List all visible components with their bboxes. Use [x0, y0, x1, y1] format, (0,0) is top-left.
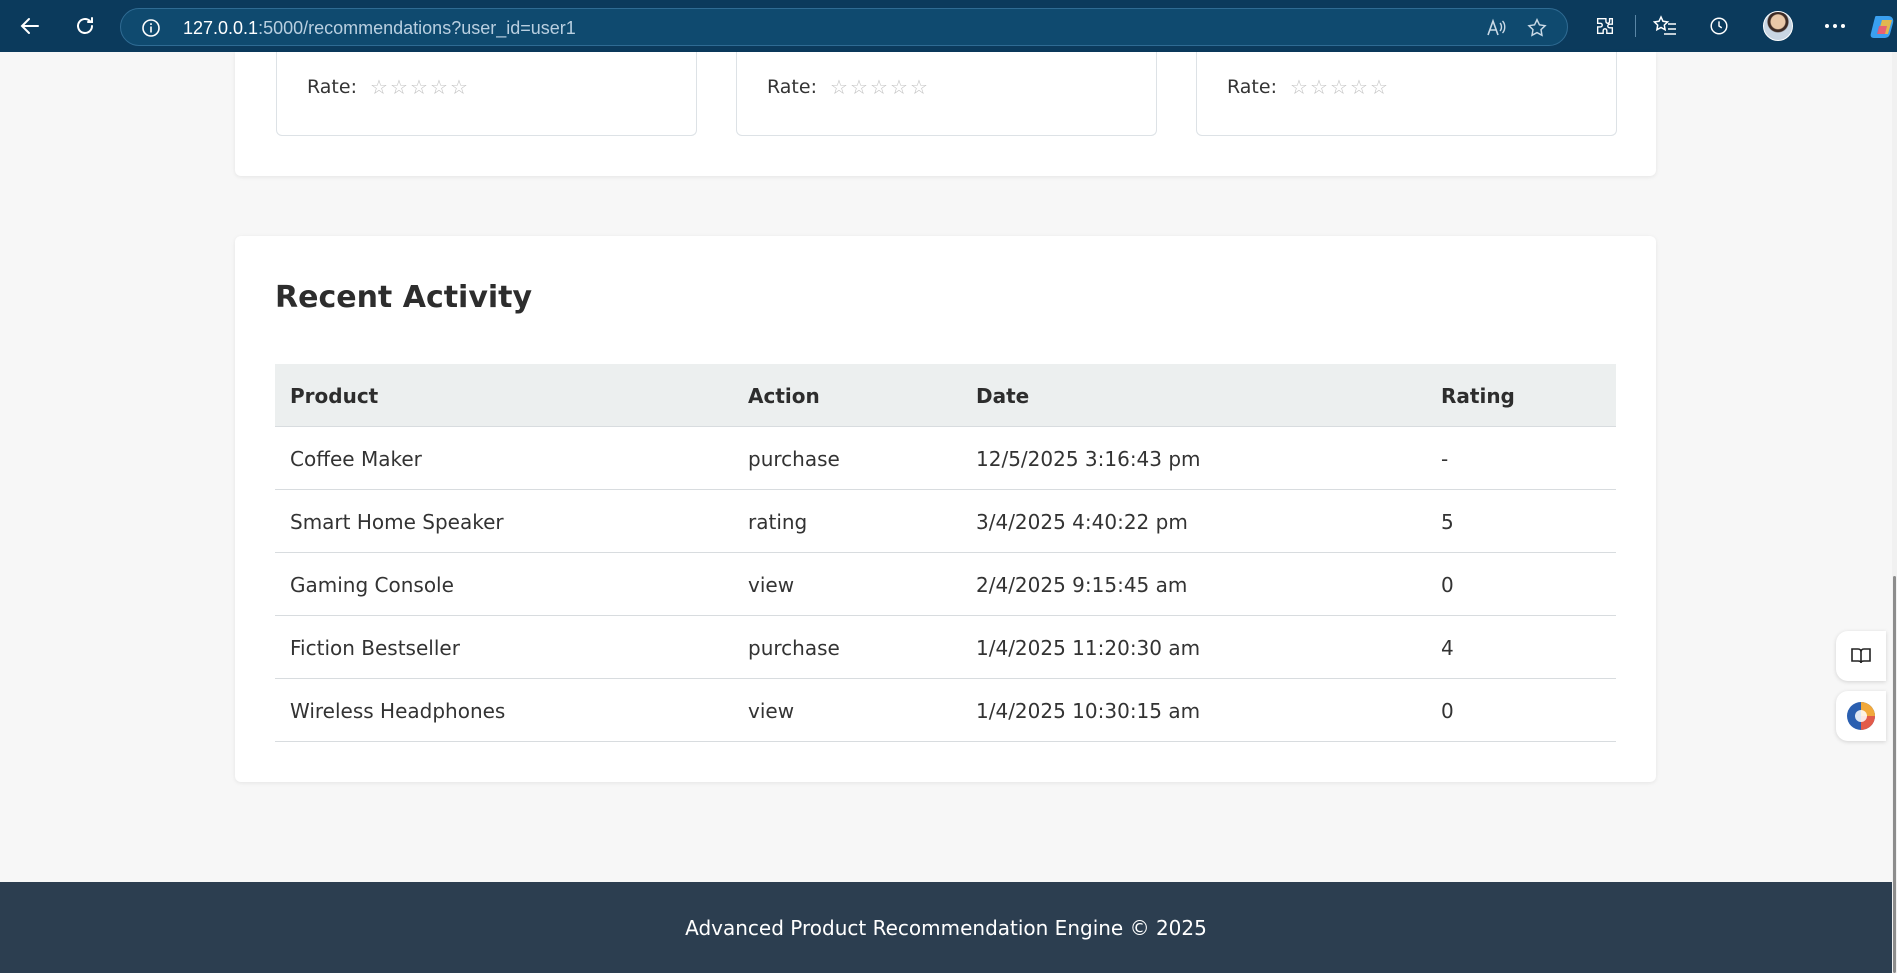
star-icon[interactable]: ☆ [849, 77, 869, 97]
favorites-list-icon[interactable] [1648, 10, 1682, 42]
section-title: Recent Activity [275, 280, 533, 315]
star-icon[interactable]: ☆ [829, 77, 849, 97]
browser-toolbar: 127.0.0.1:5000/recommendations?user_id=u… [0, 0, 1897, 52]
table-row: Gaming Console view 2/4/2025 9:15:45 am … [275, 553, 1616, 616]
more-options-icon[interactable] [1818, 10, 1852, 42]
refresh-icon[interactable] [68, 10, 102, 42]
product-card: Rate: ☆ ☆ ☆ ☆ ☆ [1196, 52, 1617, 136]
rate-label: Rate: [1227, 76, 1277, 98]
cell-action: rating [748, 510, 808, 534]
scrollbar-thumb[interactable] [1893, 576, 1896, 973]
column-header-action: Action [748, 384, 820, 408]
star-icon[interactable]: ☆ [369, 77, 389, 97]
browser-essentials-icon[interactable] [1836, 691, 1886, 741]
column-header-product: Product [290, 384, 379, 408]
cell-action: view [748, 573, 795, 597]
rate-label: Rate: [307, 76, 357, 98]
cell-product: Smart Home Speaker [290, 510, 504, 534]
rating-row: Rate: ☆ ☆ ☆ ☆ ☆ [307, 76, 469, 98]
url-host: 127.0.0.1 [183, 18, 259, 38]
star-icon[interactable]: ☆ [1369, 77, 1389, 97]
star-icon[interactable]: ☆ [1349, 77, 1369, 97]
footer-text: Advanced Product Recommendation Engine ©… [685, 916, 1207, 940]
star-rating[interactable]: ☆ ☆ ☆ ☆ ☆ [1289, 77, 1389, 97]
cell-rating: - [1441, 447, 1449, 471]
table-row: Fiction Bestseller purchase 1/4/2025 11:… [275, 616, 1616, 679]
product-card: Rate: ☆ ☆ ☆ ☆ ☆ [736, 52, 1157, 136]
extensions-icon[interactable] [1588, 10, 1622, 42]
table-row: Coffee Maker purchase 12/5/2025 3:16:43 … [275, 427, 1616, 490]
info-icon[interactable] [141, 18, 161, 42]
cell-product: Wireless Headphones [290, 699, 506, 723]
url-path: :5000/recommendations?user_id=user1 [258, 18, 576, 38]
profile-avatar[interactable] [1763, 11, 1793, 41]
star-icon[interactable]: ☆ [1309, 77, 1329, 97]
cell-rating: 4 [1441, 636, 1454, 660]
history-icon[interactable] [1702, 10, 1736, 42]
cell-date: 2/4/2025 9:15:45 am [976, 573, 1188, 597]
address-bar[interactable]: 127.0.0.1:5000/recommendations?user_id=u… [120, 8, 1568, 46]
table-header: Product Action Date Rating [275, 364, 1616, 427]
rating-row: Rate: ☆ ☆ ☆ ☆ ☆ [1227, 76, 1389, 98]
recent-activity-section: Recent Activity Product Action Date Rati… [235, 236, 1656, 782]
cell-action: purchase [748, 636, 840, 660]
reading-view-icon[interactable] [1836, 631, 1886, 681]
column-header-date: Date [976, 384, 1030, 408]
rating-row: Rate: ☆ ☆ ☆ ☆ ☆ [767, 76, 929, 98]
toolbar-divider [1635, 15, 1636, 37]
read-aloud-icon[interactable] [1485, 18, 1507, 42]
table-row: Wireless Headphones view 1/4/2025 10:30:… [275, 679, 1616, 742]
favorite-star-icon[interactable] [1526, 17, 1548, 43]
star-icon[interactable]: ☆ [869, 77, 889, 97]
activity-table: Product Action Date Rating Coffee Maker … [275, 364, 1616, 742]
table-row: Smart Home Speaker rating 3/4/2025 4:40:… [275, 490, 1616, 553]
star-icon[interactable]: ☆ [429, 77, 449, 97]
star-icon[interactable]: ☆ [449, 77, 469, 97]
cell-product: Fiction Bestseller [290, 636, 460, 660]
back-arrow-icon[interactable] [13, 10, 47, 42]
star-icon[interactable]: ☆ [889, 77, 909, 97]
product-card: Rate: ☆ ☆ ☆ ☆ ☆ [276, 52, 697, 136]
cell-rating: 5 [1441, 510, 1454, 534]
star-icon[interactable]: ☆ [409, 77, 429, 97]
cell-date: 3/4/2025 4:40:22 pm [976, 510, 1188, 534]
rate-label: Rate: [767, 76, 817, 98]
page-footer: Advanced Product Recommendation Engine ©… [0, 882, 1892, 973]
cell-action: purchase [748, 447, 840, 471]
cell-action: view [748, 699, 795, 723]
star-rating[interactable]: ☆ ☆ ☆ ☆ ☆ [369, 77, 469, 97]
star-icon[interactable]: ☆ [909, 77, 929, 97]
cell-rating: 0 [1441, 573, 1454, 597]
cell-product: Coffee Maker [290, 447, 422, 471]
star-rating[interactable]: ☆ ☆ ☆ ☆ ☆ [829, 77, 929, 97]
column-header-rating: Rating [1441, 384, 1515, 408]
star-icon[interactable]: ☆ [389, 77, 409, 97]
cell-rating: 0 [1441, 699, 1454, 723]
cell-date: 12/5/2025 3:16:43 pm [976, 447, 1201, 471]
cell-date: 1/4/2025 11:20:30 am [976, 636, 1201, 660]
star-icon[interactable]: ☆ [1289, 77, 1309, 97]
star-icon[interactable]: ☆ [1329, 77, 1349, 97]
copilot-icon[interactable] [1870, 12, 1897, 40]
cell-product: Gaming Console [290, 573, 454, 597]
url-text[interactable]: 127.0.0.1:5000/recommendations?user_id=u… [183, 18, 576, 39]
cell-date: 1/4/2025 10:30:15 am [976, 699, 1201, 723]
